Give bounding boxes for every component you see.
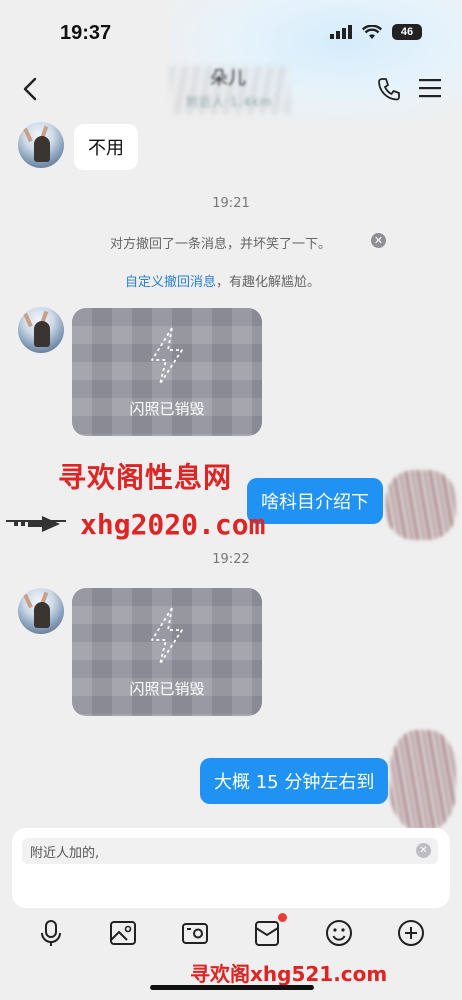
arrow-right-icon: [14, 516, 60, 532]
plus-icon[interactable]: [396, 918, 426, 948]
avatar[interactable]: [18, 307, 64, 353]
timestamp: 19:21: [212, 196, 250, 211]
message-text: 啥科目介绍下: [261, 492, 369, 513]
flash-photo-label: 闪照已销毁: [129, 400, 205, 418]
camera-icon[interactable]: [180, 918, 210, 948]
message-text: 不用: [88, 138, 124, 159]
notification-dot: [278, 913, 287, 922]
battery-indicator: 46: [392, 24, 422, 40]
status-time: 19:37: [60, 22, 112, 44]
message-bubble-outgoing[interactable]: 啥科目介绍下: [247, 478, 383, 524]
watermark-url: xhg2020.com: [80, 508, 266, 541]
contact-name[interactable]: 朵儿: [210, 64, 246, 90]
microphone-icon[interactable]: [36, 918, 66, 948]
avatar[interactable]: [18, 588, 64, 634]
timestamp: 19:22: [212, 552, 250, 567]
status-icons: 46: [330, 24, 422, 40]
lightning-icon: [151, 327, 183, 385]
clear-input-icon[interactable]: ✕: [416, 843, 431, 858]
wifi-icon: [362, 24, 382, 39]
avatar-obscured: [386, 470, 456, 540]
image-icon[interactable]: [108, 918, 138, 948]
message-text: 大概 15 分钟左右到: [214, 772, 375, 793]
flash-photo-destroyed[interactable]: 闪照已销毁: [72, 308, 262, 436]
watermark-footer: 寻欢阁xhg521.com: [190, 962, 388, 986]
flash-photo-label: 闪照已销毁: [129, 680, 205, 698]
message-bubble-outgoing[interactable]: 大概 15 分钟左右到: [200, 758, 389, 804]
emoji-icon[interactable]: [324, 918, 354, 948]
chevron-left-icon[interactable]: [18, 76, 44, 102]
avatar[interactable]: [18, 122, 64, 168]
message-input[interactable]: [22, 838, 438, 864]
lightning-icon: [151, 607, 183, 665]
watermark-text: 寻欢阁性息网: [58, 461, 233, 494]
recall-notice: 对方撤回了一条消息，并坏笑了一下。: [110, 237, 332, 252]
red-packet-icon[interactable]: [252, 918, 282, 948]
home-indicator[interactable]: [150, 985, 314, 990]
close-icon[interactable]: ✕: [371, 233, 386, 248]
menu-icon[interactable]: [418, 77, 442, 99]
contact-subtitle[interactable]: 附近人·1.4km: [186, 93, 273, 110]
message-bubble-incoming[interactable]: 不用: [74, 124, 138, 170]
flash-photo-destroyed[interactable]: 闪照已销毁: [72, 588, 262, 716]
custom-recall-link[interactable]: 自定义撤回消息: [125, 275, 216, 290]
signal-icon: [330, 25, 352, 39]
avatar-obscured: [390, 730, 456, 830]
recall-hint: 自定义撤回消息，有趣化解尴尬。: [125, 271, 320, 290]
phone-icon[interactable]: [376, 76, 402, 102]
recall-hint-suffix: ，有趣化解尴尬。: [216, 275, 321, 290]
